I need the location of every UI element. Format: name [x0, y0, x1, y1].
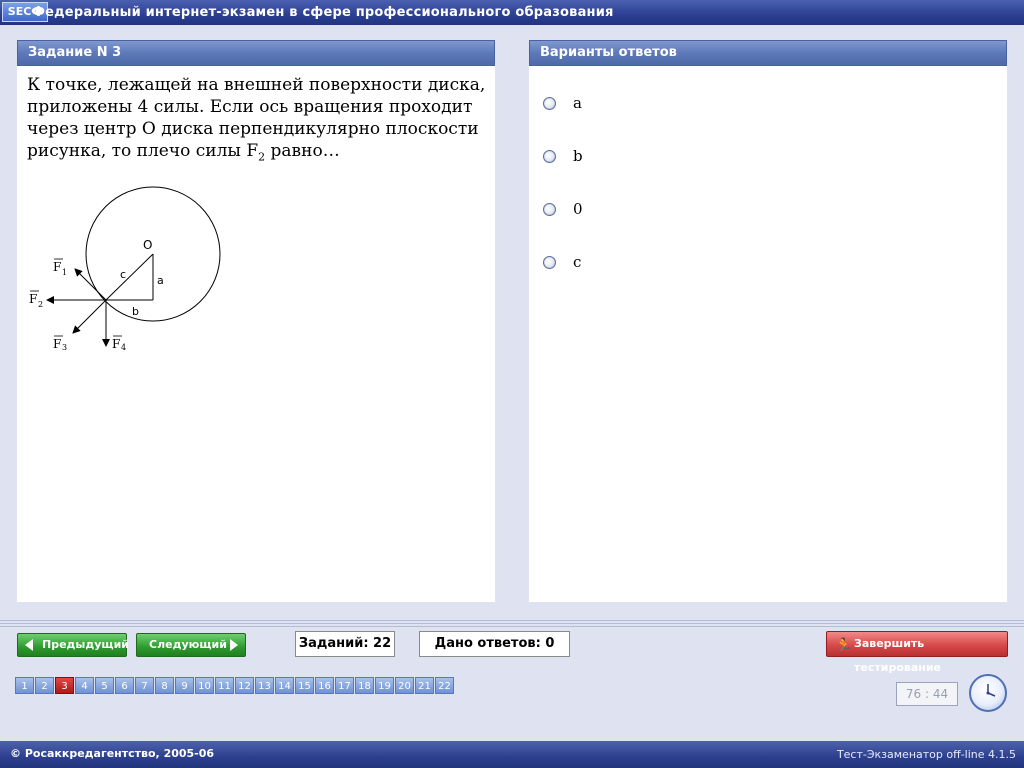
title-bar: SECФ Федеральный интернет-экзамен в сфер…	[0, 0, 1024, 26]
page-button[interactable]: 7	[135, 677, 154, 694]
answers-panel: Варианты ответов a b 0 c	[529, 40, 1007, 602]
clock-face	[986, 684, 996, 697]
answer-option-label: b	[573, 147, 583, 165]
force-f1-arrow	[74, 268, 107, 301]
label-f4: F	[112, 337, 120, 350]
page-button[interactable]: 22	[435, 677, 454, 694]
answers-header: Варианты ответов	[529, 40, 1007, 66]
prev-button[interactable]: Предыдущий	[17, 633, 130, 657]
page-button[interactable]: 4	[75, 677, 94, 694]
radio-button[interactable]	[543, 202, 556, 216]
page-button[interactable]: 14	[275, 677, 294, 694]
navigation-bar: Предыдущий Следующий Заданий: 22 Дано от…	[0, 628, 1024, 740]
radio-button[interactable]	[543, 255, 556, 269]
version-text: Тест-Экзаменатор off-line 4.1.5	[836, 748, 1016, 761]
app-title: Федеральный интернет-экзамен в сфере про…	[32, 5, 614, 20]
page-button[interactable]: 17	[335, 677, 354, 694]
label-b: b	[132, 305, 139, 318]
page-button[interactable]: 13	[255, 677, 274, 694]
running-man-icon: 🏃	[835, 638, 853, 654]
timer-display: 76 : 44	[896, 682, 958, 706]
page-button[interactable]: 3	[55, 677, 74, 694]
force-diagram: O c a b F 1 F 2 F 3 F 4	[29, 186, 221, 350]
label-f3-sub: 3	[62, 343, 67, 350]
arrow-right-icon	[230, 639, 238, 651]
prev-button-label: Предыдущий	[42, 638, 130, 651]
page-button[interactable]: 15	[295, 677, 314, 694]
page-button[interactable]: 21	[415, 677, 434, 694]
page-button[interactable]: 19	[375, 677, 394, 694]
copyright-text: © Росаккредагентство, 2005-06	[10, 747, 215, 760]
label-f4-sub: 4	[121, 343, 126, 350]
answer-option-label: c	[573, 253, 582, 271]
question-text: К точке, лежащей на внешней поверхности …	[27, 74, 487, 168]
answer-option-b[interactable]: b	[543, 145, 583, 167]
answered-count: Дано ответов: 0	[419, 631, 570, 657]
question-header: Задание N 3	[17, 40, 495, 66]
page-button[interactable]: 2	[35, 677, 54, 694]
separator	[0, 620, 1024, 628]
label-a: a	[157, 274, 164, 287]
page-button[interactable]: 12	[235, 677, 254, 694]
page-button[interactable]: 20	[395, 677, 414, 694]
label-f3: F	[53, 337, 61, 350]
answer-option-label: 0	[573, 200, 583, 218]
question-panel: Задание N 3 К точке, лежащей на внешней …	[17, 40, 495, 602]
page-button[interactable]: 1	[15, 677, 34, 694]
clock-icon	[969, 674, 1007, 712]
force-f3-arrow	[72, 299, 107, 334]
answer-option-label: a	[573, 94, 582, 112]
page-button[interactable]: 6	[115, 677, 134, 694]
answer-option-c[interactable]: c	[543, 251, 581, 273]
footer-bar: © Росаккредагентство, 2005-06 Тест-Экзам…	[0, 741, 1024, 768]
label-c: c	[120, 268, 126, 281]
label-f2-sub: 2	[38, 300, 43, 309]
segment-c	[105, 253, 154, 301]
label-f1-sub: 1	[62, 268, 67, 277]
page-button[interactable]: 11	[215, 677, 234, 694]
page-button[interactable]: 10	[195, 677, 214, 694]
label-f2: F	[29, 292, 37, 306]
next-button-label: Следующий	[149, 638, 227, 651]
total-tasks: Заданий: 22	[295, 631, 395, 657]
page-button[interactable]: 5	[95, 677, 114, 694]
page-button[interactable]: 18	[355, 677, 374, 694]
finish-test-button[interactable]: 🏃 Завершить тестирование	[826, 631, 1008, 674]
label-f1: F	[53, 260, 61, 274]
radio-button[interactable]	[543, 96, 556, 110]
question-text-main: К точке, лежащей на внешней поверхности …	[27, 75, 486, 161]
page-button[interactable]: 16	[315, 677, 334, 694]
finish-test-label: Завершить тестирование	[854, 637, 942, 674]
arrow-left-icon	[25, 639, 33, 651]
label-center-o: O	[143, 238, 152, 252]
page-button[interactable]: 8	[155, 677, 174, 694]
answer-option-0[interactable]: 0	[543, 198, 583, 220]
task-pager: 1 2 3 4 5 6 7 8 9 10 11 12 13 14 15 16 17 18 19 20 21 22	[15, 677, 455, 694]
question-text-end: равно…	[265, 141, 340, 161]
answer-option-a[interactable]: a	[543, 92, 582, 114]
radio-button[interactable]	[543, 149, 556, 163]
work-area: Задание N 3 К точке, лежащей на внешней …	[0, 25, 1024, 620]
page-button[interactable]: 9	[175, 677, 194, 694]
next-button[interactable]: Следующий	[136, 633, 246, 657]
